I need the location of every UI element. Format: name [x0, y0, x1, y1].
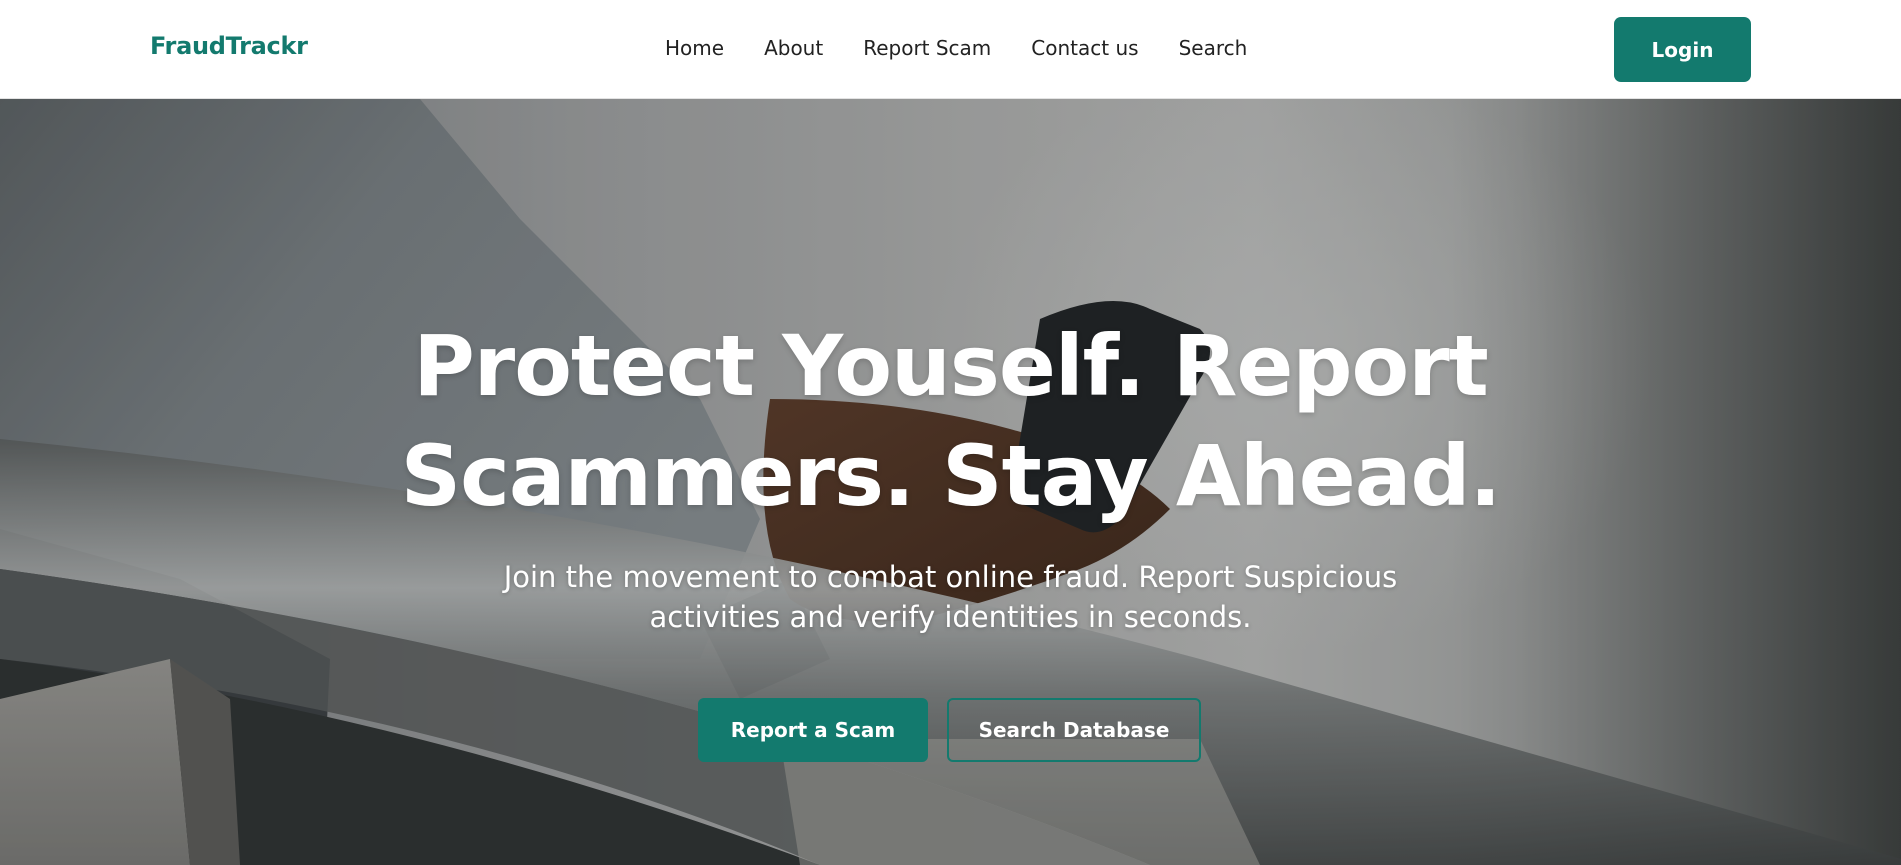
brand-logo[interactable]: FraudTrackr — [150, 32, 308, 60]
nav-link-contact-us[interactable]: Contact us — [1031, 36, 1138, 60]
hero-title: Protect Youself. Report Scammers. Stay A… — [0, 311, 1901, 531]
hero-subtitle-line: Join the movement to combat online fraud… — [503, 560, 1398, 594]
report-a-scam-button[interactable]: Report a Scam — [698, 698, 928, 762]
nav-link-about[interactable]: About — [764, 36, 823, 60]
hero-subtitle: Join the movement to combat online fraud… — [0, 557, 1901, 637]
nav-link-home[interactable]: Home — [665, 36, 724, 60]
nav-links: Home About Report Scam Contact us Search — [665, 36, 1247, 60]
navbar: FraudTrackr Home About Report Scam Conta… — [0, 0, 1901, 99]
hero-title-line: Protect Youself. Report — [413, 317, 1489, 415]
hero-cta-group: Report a Scam Search Database — [698, 698, 1201, 762]
hero-title-line: Scammers. Stay Ahead. — [400, 427, 1502, 525]
hero-section: Protect Youself. Report Scammers. Stay A… — [0, 99, 1901, 865]
login-button[interactable]: Login — [1614, 17, 1751, 82]
nav-link-report-scam[interactable]: Report Scam — [863, 36, 991, 60]
search-database-button[interactable]: Search Database — [947, 698, 1201, 762]
nav-link-search[interactable]: Search — [1179, 36, 1248, 60]
hero-subtitle-line: activities and verify identities in seco… — [649, 600, 1252, 634]
